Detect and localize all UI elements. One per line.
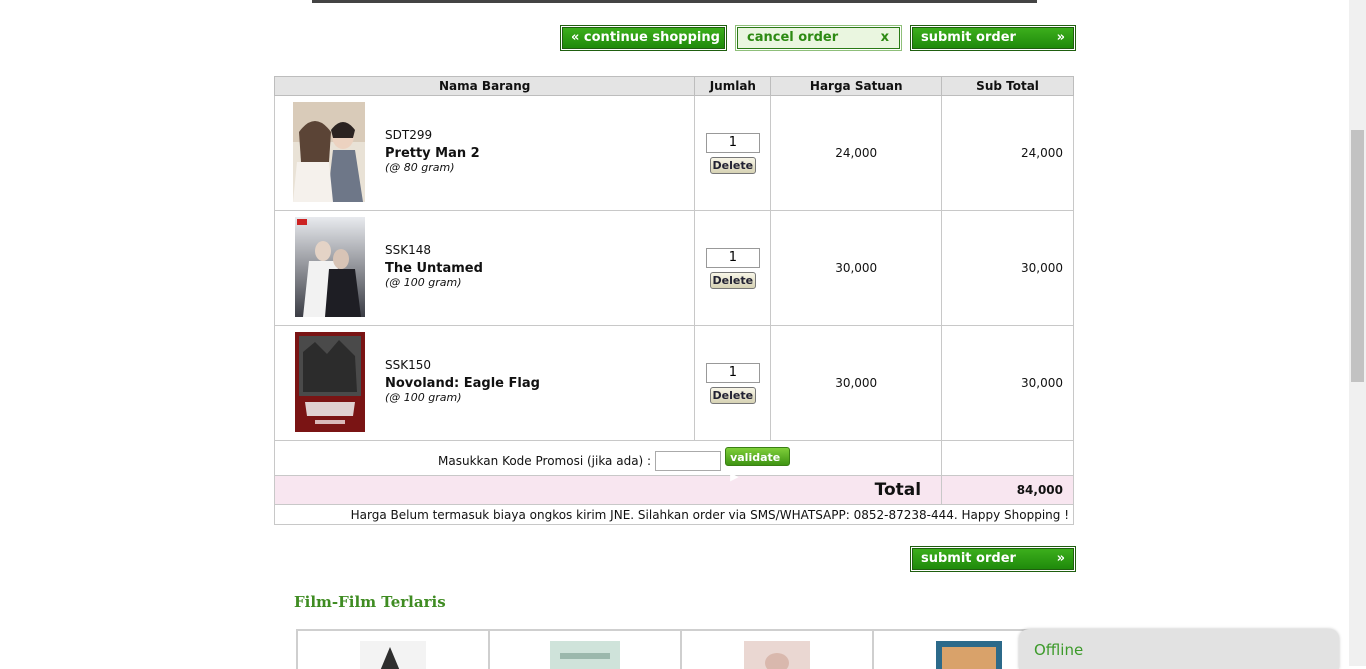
shipping-note: Harga Belum termasuk biaya ongkos kirim … [274,504,1074,525]
promo-code-input[interactable] [655,451,722,471]
table-row: SSK150 Novoland: Eagle Flag (@ 100 gram)… [273,325,1074,441]
total-value: 84,000 [941,475,1074,505]
unit-price: 30,000 [770,210,943,326]
chat-status: Offline [1034,641,1084,659]
column-header-subtotal: Sub Total [941,76,1074,96]
product-sku: SSK150 [385,358,432,372]
delete-button[interactable]: Delete [709,386,756,404]
column-header-item: Nama Barang [273,76,696,96]
quantity-input[interactable] [705,132,760,153]
double-chevron-right-icon: » [1056,30,1065,45]
product-cell: SSK148 The Untamed (@ 100 gram) [273,210,696,326]
bestseller-item[interactable] [490,631,682,669]
bestsellers-title: Film-Film Terlaris [294,593,446,611]
unit-price: 24,000 [770,95,943,211]
subtotal: 30,000 [941,210,1074,326]
bestseller-thumbnail[interactable] [936,641,1002,669]
bestseller-thumbnail[interactable] [550,641,620,669]
promo-empty-cell [941,440,1074,476]
column-header-price: Harga Satuan [770,76,943,96]
product-name[interactable]: The Untamed [385,261,483,276]
bestseller-item[interactable] [682,631,874,669]
quantity-input[interactable] [705,247,760,268]
product-name[interactable]: Novoland: Eagle Flag [385,376,540,391]
promo-row: Masukkan Kode Promosi (jika ada) : valid… [273,440,1074,483]
double-chevron-right-icon: » [1056,551,1065,566]
validate-button[interactable]: validate ▶ [725,447,791,483]
bestseller-thumbnail[interactable] [744,641,810,669]
scrollbar[interactable] [1349,0,1366,666]
close-icon: x [880,30,889,45]
cart-header-row: Nama Barang Jumlah Harga Satuan Sub Tota… [273,76,1074,96]
delete-button[interactable]: Delete [709,271,756,289]
promo-code-label: Masukkan Kode Promosi (jika ada) : [438,454,652,468]
cancel-order-button[interactable]: cancel order x [735,25,902,51]
delete-button[interactable]: Delete [709,156,756,174]
promo-cell: Masukkan Kode Promosi (jika ada) : valid… [273,440,943,483]
column-header-qty: Jumlah [694,76,772,96]
product-sku: SSK148 [385,243,432,257]
product-cover-image[interactable] [295,332,365,432]
submit-order-button-bottom[interactable]: submit order » [910,546,1076,572]
product-weight: (@ 100 gram) [385,276,462,289]
table-row: SDT299 Pretty Man 2 (@ 80 gram) Delete 2… [273,95,1074,211]
qty-cell: Delete [694,95,772,211]
product-cover-image[interactable] [295,217,365,317]
scrollbar-thumb[interactable] [1351,130,1364,382]
subtotal: 30,000 [941,325,1074,441]
note-row: Harga Belum termasuk biaya ongkos kirim … [274,504,1074,525]
top-divider [312,0,1037,3]
continue-shopping-label: « continue shopping [571,30,720,45]
subtotal: 24,000 [941,95,1074,211]
total-label: Total [273,475,943,505]
product-cell: SSK150 Novoland: Eagle Flag (@ 100 gram) [273,325,696,441]
submit-order-label: submit order [921,551,1016,566]
total-row: Total 84,000 [273,475,1074,505]
unit-price: 30,000 [770,325,943,441]
product-name[interactable]: Pretty Man 2 [385,146,480,161]
submit-order-label: submit order [921,30,1016,45]
submit-order-button-top[interactable]: submit order » [910,25,1076,51]
cancel-order-label: cancel order [747,30,839,45]
qty-cell: Delete [694,210,772,326]
product-cell: SDT299 Pretty Man 2 (@ 80 gram) [273,95,696,211]
bestseller-item[interactable] [298,631,490,669]
bestsellers-grid [296,629,1066,669]
quantity-input[interactable] [705,362,760,383]
product-sku: SDT299 [385,128,433,142]
cart-table: Nama Barang Jumlah Harga Satuan Sub Tota… [273,76,1074,525]
product-weight: (@ 100 gram) [385,391,462,404]
bestseller-thumbnail[interactable] [360,641,426,669]
qty-cell: Delete [694,325,772,441]
table-row: SSK148 The Untamed (@ 100 gram) Delete 3… [273,210,1074,326]
chat-widget[interactable]: Offline [1019,629,1339,669]
product-cover-image[interactable] [293,102,365,202]
continue-shopping-button[interactable]: « continue shopping [560,25,727,51]
product-weight: (@ 80 gram) [385,161,455,174]
